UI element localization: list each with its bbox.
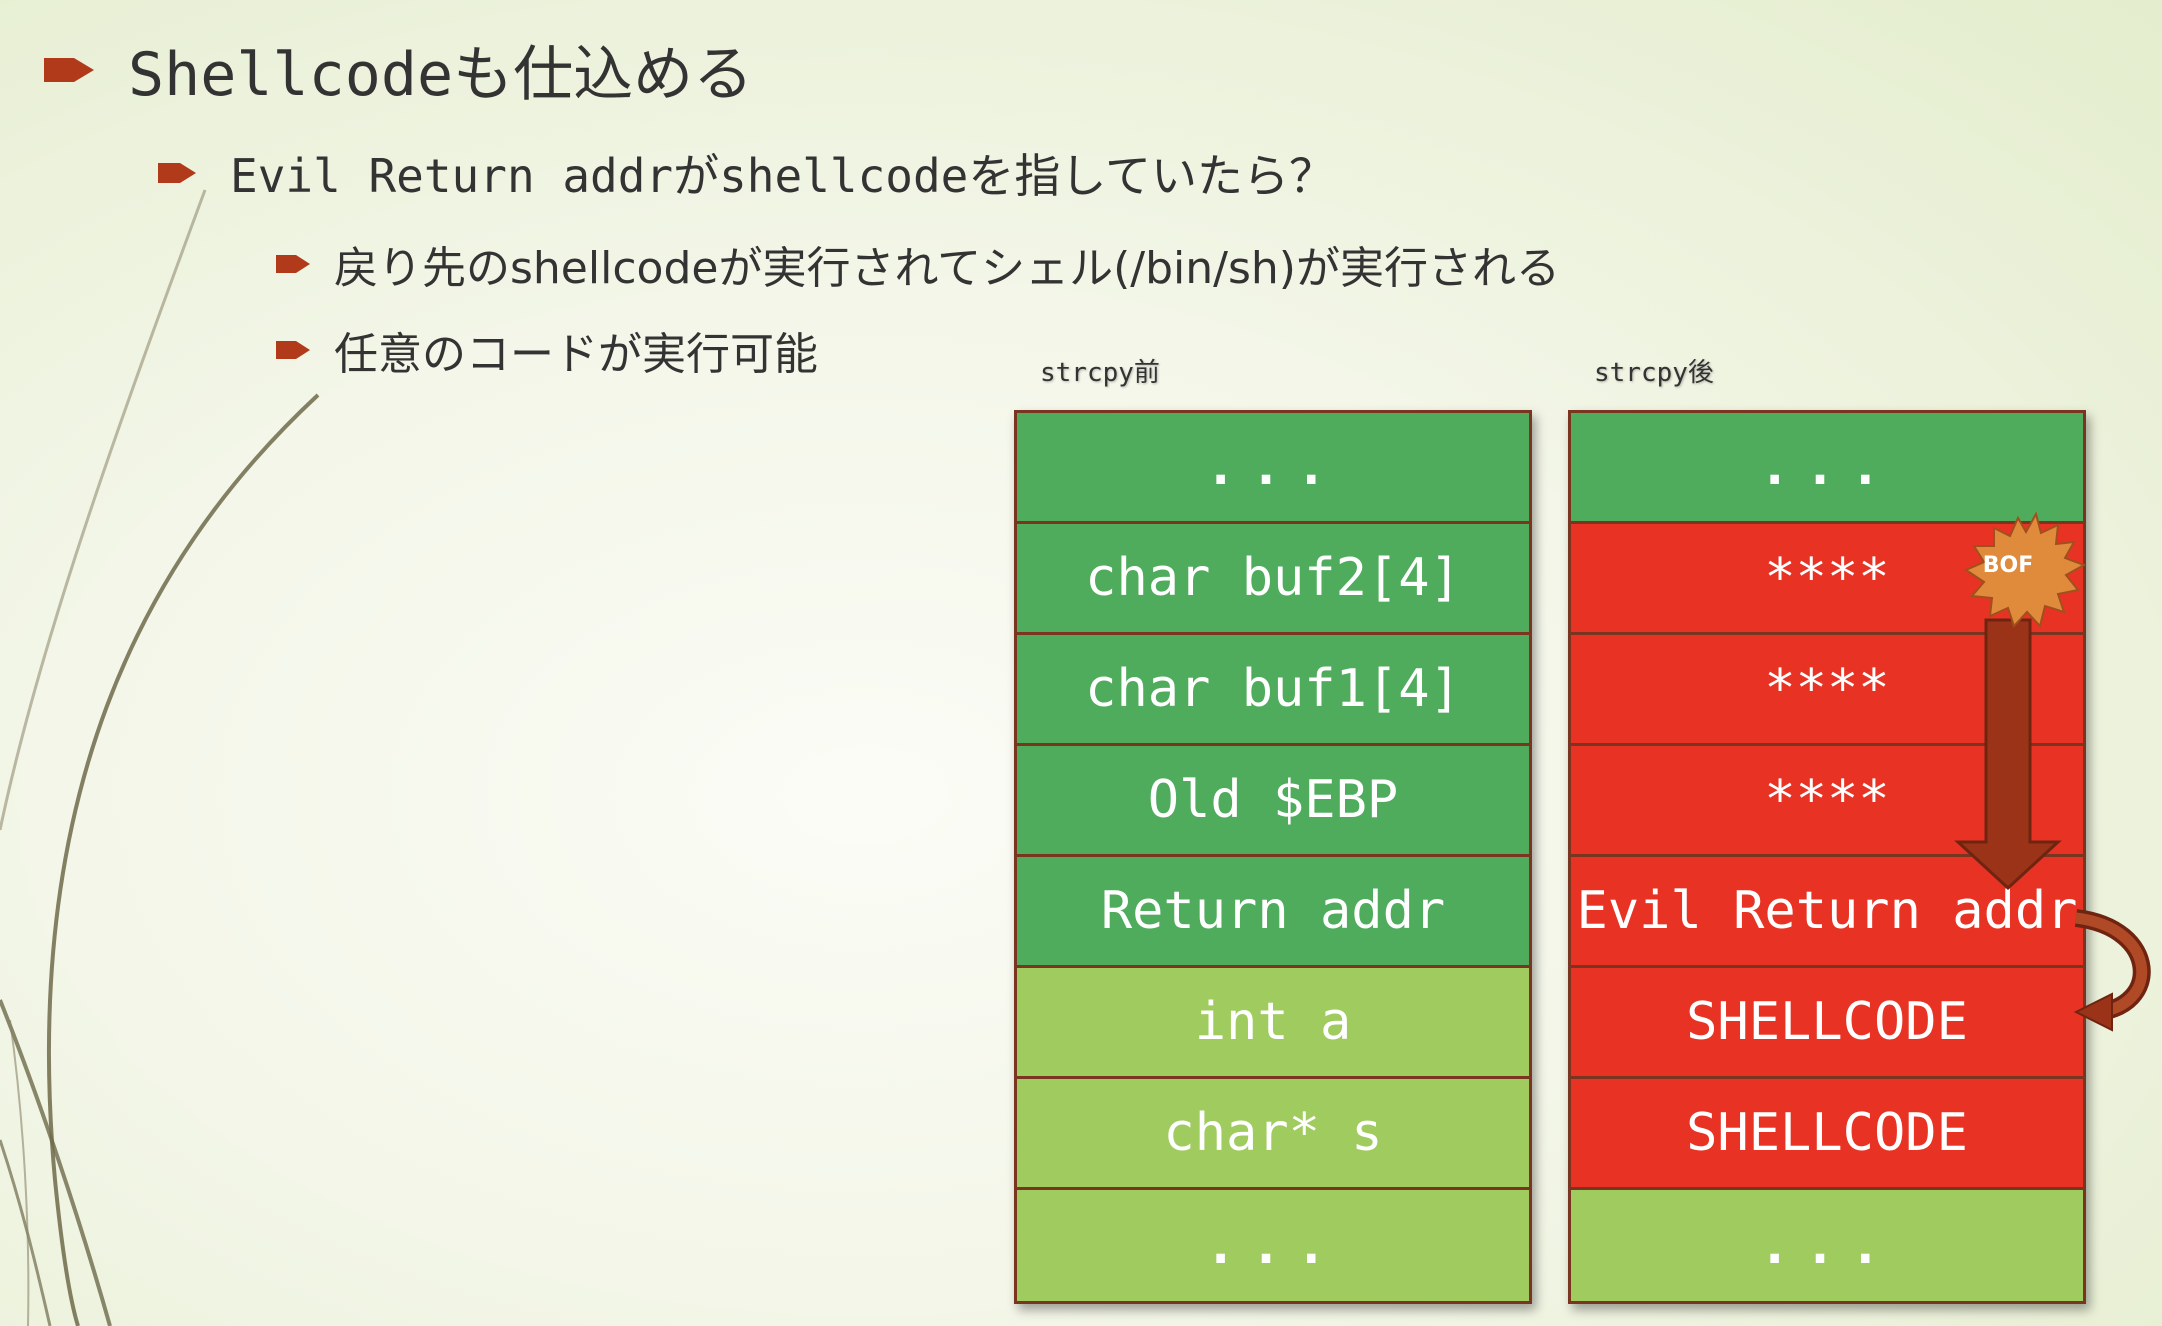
bullet-text: 任意のコードが実行可能: [334, 329, 818, 380]
stack-cell-shellcode: SHELLCODE: [1571, 968, 2083, 1079]
subheading-text: Evil Return addrがshellcodeを指していたら？: [230, 149, 1335, 203]
bullet-arrow-icon: [276, 255, 310, 273]
bullet-arrow-icon: [44, 57, 94, 82]
bullet-text: 戻り先のshellcodeが実行されてシェル(/bin/sh)が実行される: [334, 243, 1560, 294]
stack-cell-overwritten: ****: [1571, 524, 2083, 635]
stack-cell: ...: [1017, 1190, 1529, 1301]
stack-cell-shellcode: SHELLCODE: [1571, 1079, 2083, 1190]
heading-text: Shellcodeも仕込める: [128, 40, 754, 110]
bullet-arrow-icon: [158, 163, 196, 183]
stack-cell-return-addr: Return addr: [1017, 857, 1529, 968]
bullet-level1: Shellcodeも仕込める: [44, 26, 753, 113]
stack-cell: ...: [1017, 413, 1529, 524]
stack-after-label: strcpy後: [1594, 358, 1714, 388]
stack-cell-int-a: int a: [1017, 968, 1529, 1079]
bullet-level3-2: 任意のコードが実行可能: [276, 318, 818, 382]
stack-cell-overwritten: ****: [1571, 746, 2083, 857]
bof-label: BOF: [1982, 553, 2034, 578]
stack-cell-evil-return-addr: Evil Return addr: [1571, 857, 2083, 968]
bullet-level2: Evil Return addrがshellcodeを指していたら？: [158, 140, 1335, 206]
bullet-arrow-icon: [276, 341, 310, 359]
stack-cell-buf1: char buf1[4]: [1017, 635, 1529, 746]
stack-before-label: strcpy前: [1040, 358, 1160, 388]
stack-cell-old-ebp: Old $EBP: [1017, 746, 1529, 857]
stack-cell-overwritten: ****: [1571, 635, 2083, 746]
stack-cell-buf2: char buf2[4]: [1017, 524, 1529, 635]
stack-before: ... char buf2[4] char buf1[4] Old $EBP R…: [1014, 410, 1532, 1304]
bullet-level3-1: 戻り先のshellcodeが実行されてシェル(/bin/sh)が実行される: [276, 232, 1560, 296]
stack-after: ... **** **** **** Evil Return addr SHEL…: [1568, 410, 2086, 1304]
stack-cell-char-s: char* s: [1017, 1079, 1529, 1190]
stack-cell: ...: [1571, 1190, 2083, 1301]
stack-cell: ...: [1571, 413, 2083, 524]
